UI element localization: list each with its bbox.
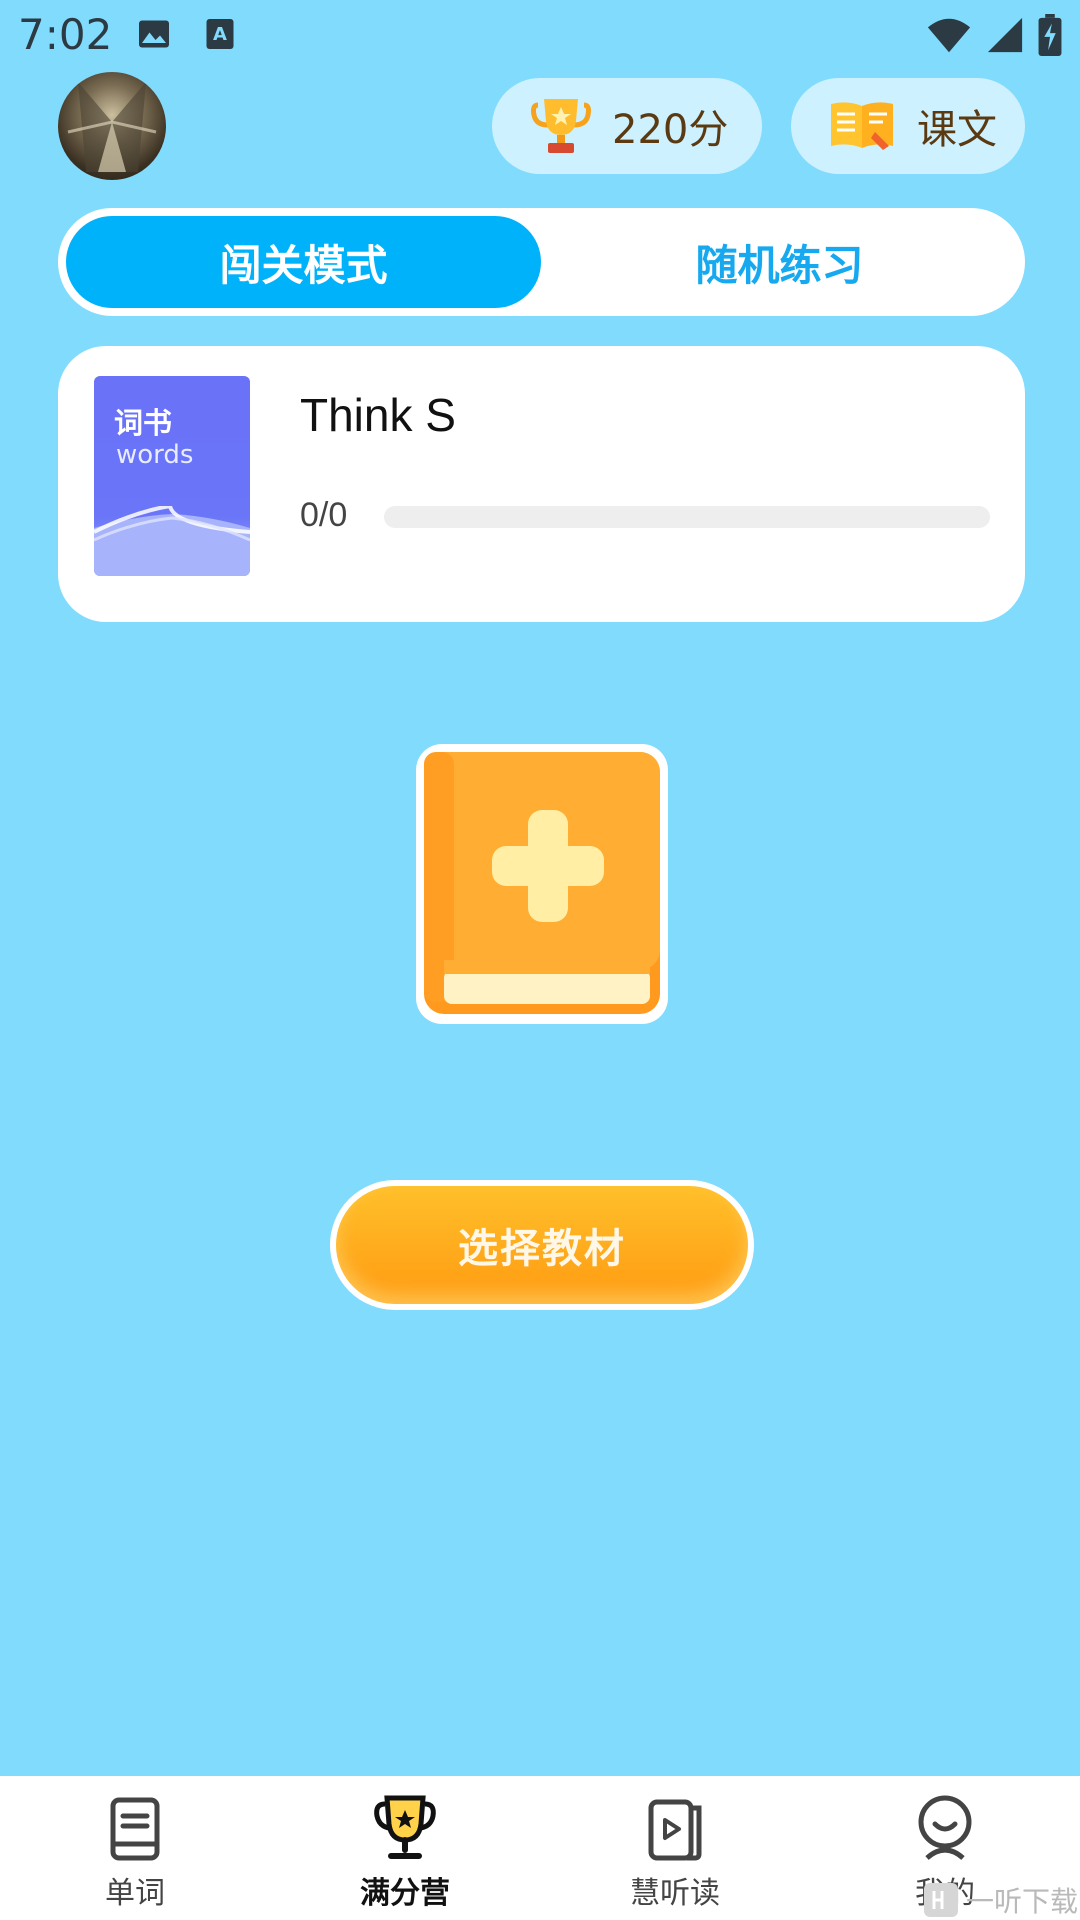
signal-icon (987, 17, 1023, 53)
book-icon (110, 1797, 160, 1861)
user-icon (918, 1795, 972, 1860)
score-button[interactable]: 220分 (492, 78, 762, 174)
avatar[interactable] (58, 72, 166, 180)
tab-random-practice[interactable]: 随机练习 (542, 216, 1017, 308)
font-notification-icon: A (206, 19, 234, 49)
tab-level-mode[interactable]: 闯关模式 (66, 216, 541, 308)
play-book-icon (648, 1799, 702, 1861)
book-title: Think S (300, 389, 456, 441)
bottom-nav: 单词 满分营 慧听读 我的 (0, 1776, 1080, 1920)
cover-title-en: words (116, 440, 194, 470)
nav-label-words: 单词 (105, 1876, 165, 1911)
book-progress-text: 0/0 (300, 496, 348, 534)
svg-text:A: A (213, 24, 227, 45)
book-progress-bar (384, 506, 990, 528)
status-bar: 7:02 A (0, 0, 1080, 72)
book-card[interactable]: 词书 words Think S 0/0 (58, 346, 1025, 622)
text-lesson-label: 课文 (917, 107, 997, 153)
select-textbook-button[interactable]: 选择教材 (330, 1180, 754, 1310)
book-cover: 词书 words (94, 376, 250, 576)
nav-item-listen-read[interactable]: 慧听读 (540, 1776, 810, 1920)
status-time: 7:02 (18, 10, 113, 59)
add-book-icon (416, 744, 668, 1024)
cover-book-graphic (94, 506, 250, 576)
battery-icon (1038, 14, 1062, 56)
text-lesson-button[interactable]: 课文 (791, 78, 1025, 174)
watermark-logo-icon (924, 1883, 958, 1917)
image-notification-icon (139, 20, 169, 48)
cover-title-zh: 词书 (114, 406, 173, 440)
add-book-button[interactable] (414, 742, 670, 1026)
trophy-icon (374, 1795, 436, 1859)
watermark: 一听下载 (922, 1880, 1080, 1920)
trophy-icon (531, 99, 591, 153)
nav-item-full-score[interactable]: 满分营 (270, 1776, 540, 1920)
nav-item-words[interactable]: 单词 (0, 1776, 270, 1920)
select-textbook-label: 选择教材 (458, 1226, 626, 1272)
nav-label-listen-read: 慧听读 (630, 1876, 720, 1911)
mode-switch: 闯关模式 随机练习 (58, 208, 1025, 316)
wifi-icon (927, 18, 971, 53)
open-book-icon (831, 102, 893, 150)
nav-label-full-score: 满分营 (360, 1876, 450, 1911)
watermark-text: 一听下载 (966, 1885, 1079, 1918)
score-label: 220分 (612, 107, 729, 153)
